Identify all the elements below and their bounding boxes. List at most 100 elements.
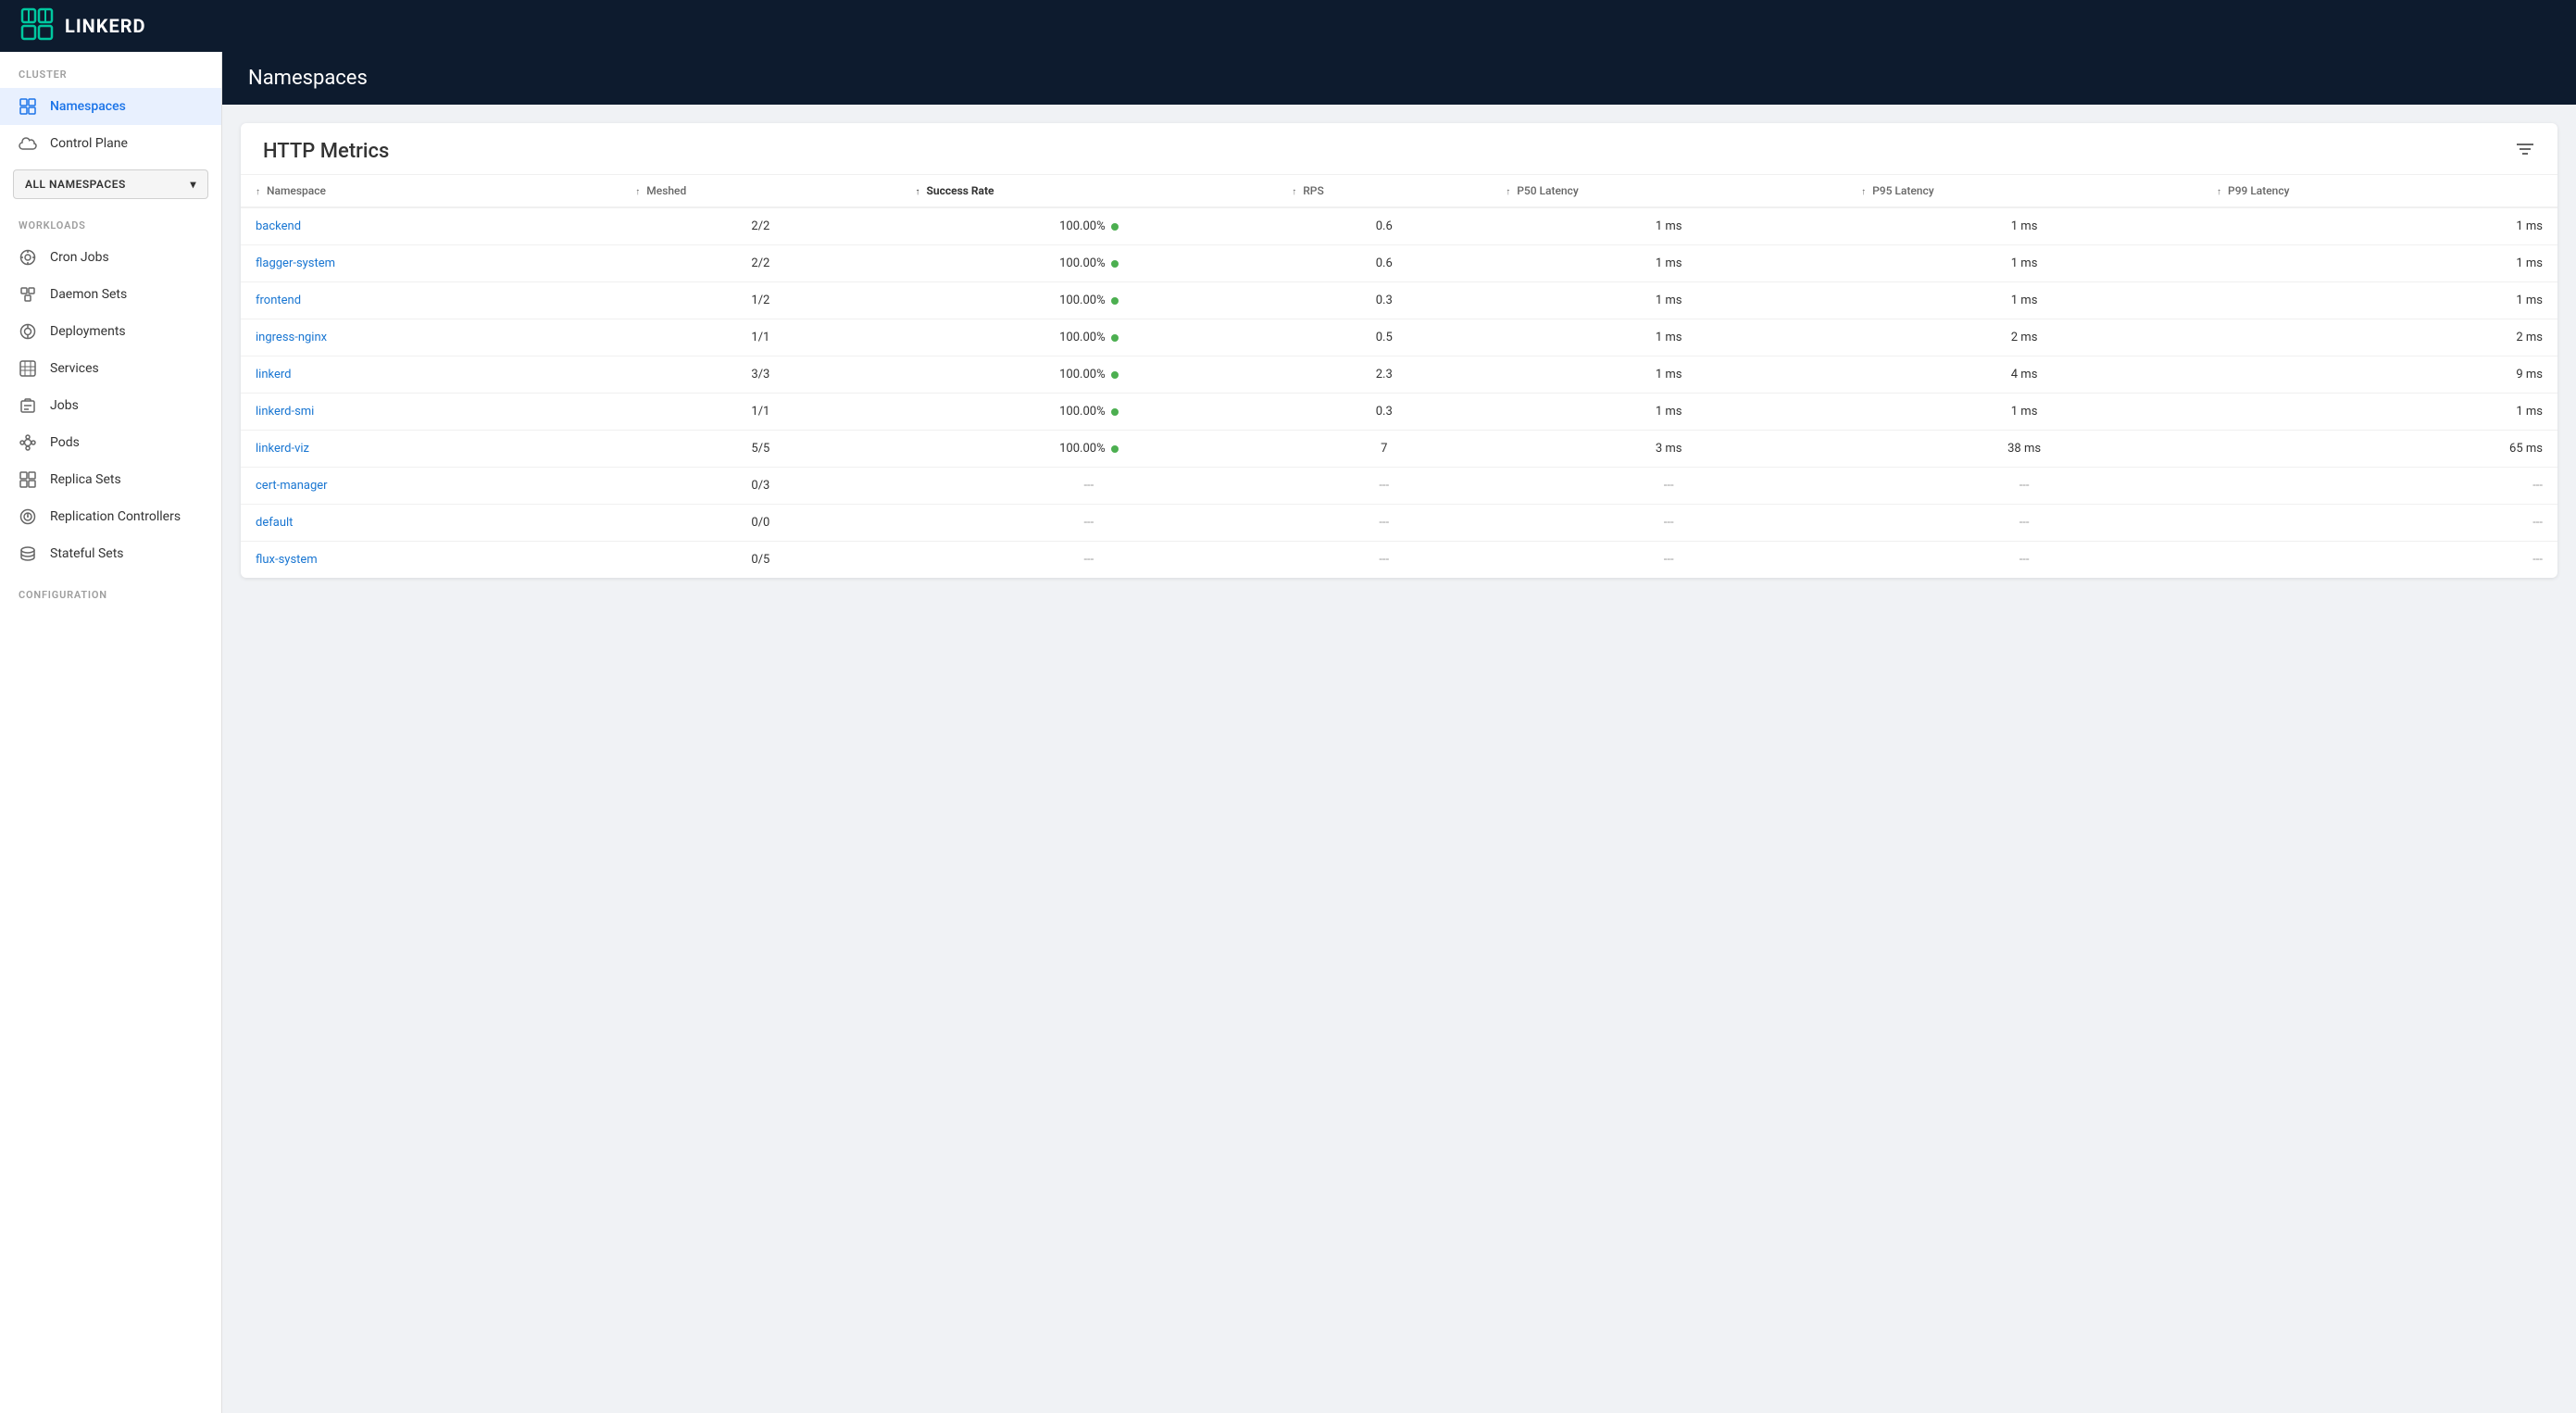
col-namespace[interactable]: ↑ Namespace bbox=[241, 175, 620, 207]
repcontrol-icon bbox=[19, 507, 37, 526]
col-rps[interactable]: ↑ RPS bbox=[1277, 175, 1491, 207]
cell-p50: 3 ms bbox=[1491, 431, 1846, 468]
cell-p50: 1 ms bbox=[1491, 245, 1846, 282]
cell-p50: --- bbox=[1491, 468, 1846, 505]
main-content: HTTP Metrics ↑ Na bbox=[222, 105, 2576, 1413]
namespace-link[interactable]: flagger-system bbox=[256, 256, 335, 270]
na-value: --- bbox=[1664, 553, 1674, 567]
success-dot bbox=[1111, 371, 1119, 379]
namespace-dropdown[interactable]: ALL NAMESPACES ▾ bbox=[13, 169, 208, 199]
table-header-row: ↑ Namespace ↑ Meshed ↑ Success Rate bbox=[241, 175, 2557, 207]
na-value: --- bbox=[2532, 479, 2543, 493]
namespace-link[interactable]: backend bbox=[256, 219, 301, 233]
sidebar-item-deployments[interactable]: Deployments bbox=[0, 313, 221, 350]
sort-arrow-namespace: ↑ bbox=[256, 187, 260, 197]
sort-arrow-p95: ↑ bbox=[1861, 187, 1866, 197]
cell-success-rate: 100.00% bbox=[900, 207, 1277, 245]
cell-p99: --- bbox=[2202, 505, 2557, 542]
cell-rps: 0.6 bbox=[1277, 207, 1491, 245]
rps-value: 0.6 bbox=[1376, 256, 1393, 270]
table-row: linkerd-smi 1/1 100.00% 0.3 1 ms 1 ms 1 … bbox=[241, 394, 2557, 431]
cron-icon bbox=[19, 248, 37, 267]
sidebar-item-control-plane[interactable]: Control Plane bbox=[0, 125, 221, 162]
sidebar-label-deployments: Deployments bbox=[50, 324, 126, 339]
namespace-link[interactable]: frontend bbox=[256, 294, 301, 307]
namespace-link[interactable]: flux-system bbox=[256, 553, 318, 567]
col-p50[interactable]: ↑ P50 Latency bbox=[1491, 175, 1846, 207]
success-rate-value: 100.00% bbox=[1059, 331, 1105, 344]
sidebar-item-namespaces[interactable]: Namespaces bbox=[0, 88, 221, 125]
cell-p95: 1 ms bbox=[1846, 245, 2202, 282]
cell-p99: --- bbox=[2202, 468, 2557, 505]
col-meshed[interactable]: ↑ Meshed bbox=[620, 175, 900, 207]
namespace-link[interactable]: linkerd bbox=[256, 368, 291, 381]
sidebar-label-control-plane: Control Plane bbox=[50, 136, 128, 151]
cell-rps: 7 bbox=[1277, 431, 1491, 468]
sidebar-item-services[interactable]: Services bbox=[0, 350, 221, 387]
namespace-link[interactable]: linkerd-smi bbox=[256, 405, 314, 419]
cell-p99: 2 ms bbox=[2202, 319, 2557, 356]
sidebar-label-pods: Pods bbox=[50, 435, 80, 450]
cell-namespace: default bbox=[241, 505, 620, 542]
cell-meshed: 2/2 bbox=[620, 207, 900, 245]
p99-value: 65 ms bbox=[2509, 442, 2543, 456]
sidebar-item-replication-controllers[interactable]: Replication Controllers bbox=[0, 498, 221, 535]
table-row: default 0/0 --- --- --- --- --- bbox=[241, 505, 2557, 542]
cell-p95: 1 ms bbox=[1846, 207, 2202, 245]
cell-meshed: 1/2 bbox=[620, 282, 900, 319]
namespace-link[interactable]: default bbox=[256, 516, 293, 530]
p50-value: 1 ms bbox=[1656, 368, 1682, 381]
namespace-link[interactable]: linkerd-viz bbox=[256, 442, 309, 456]
sidebar-item-daemon-sets[interactable]: Daemon Sets bbox=[0, 276, 221, 313]
filter-icon[interactable] bbox=[2515, 141, 2535, 162]
success-rate-value: 100.00% bbox=[1059, 405, 1105, 419]
logo-area: LINKERD bbox=[19, 6, 146, 46]
cell-namespace: linkerd-smi bbox=[241, 394, 620, 431]
p99-value: 1 ms bbox=[2516, 256, 2543, 270]
success-dot bbox=[1111, 223, 1119, 231]
sidebar-label-daemon-sets: Daemon Sets bbox=[50, 287, 127, 302]
cell-meshed: 0/3 bbox=[620, 468, 900, 505]
success-rate-value: 100.00% bbox=[1059, 219, 1105, 233]
cell-p99: 1 ms bbox=[2202, 394, 2557, 431]
cell-p99: 1 ms bbox=[2202, 282, 2557, 319]
sidebar-label-stateful-sets: Stateful Sets bbox=[50, 546, 124, 561]
sidebar-item-cron-jobs[interactable]: Cron Jobs bbox=[0, 239, 221, 276]
sidebar-item-pods[interactable]: Pods bbox=[0, 424, 221, 461]
cell-p95: 4 ms bbox=[1846, 356, 2202, 394]
sidebar-label-jobs: Jobs bbox=[50, 398, 79, 413]
p95-value: 2 ms bbox=[2011, 331, 2038, 344]
cell-p95: --- bbox=[1846, 468, 2202, 505]
table-row: linkerd-viz 5/5 100.00% 7 3 ms 38 ms 65 … bbox=[241, 431, 2557, 468]
table-row: ingress-nginx 1/1 100.00% 0.5 1 ms 2 ms … bbox=[241, 319, 2557, 356]
cell-p50: 1 ms bbox=[1491, 394, 1846, 431]
namespace-dropdown-label: ALL NAMESPACES bbox=[25, 178, 126, 191]
namespace-link[interactable]: ingress-nginx bbox=[256, 331, 327, 344]
sidebar-label-cron-jobs: Cron Jobs bbox=[50, 250, 109, 265]
sidebar-item-stateful-sets[interactable]: Stateful Sets bbox=[0, 535, 221, 572]
na-value: --- bbox=[2020, 553, 2030, 567]
sidebar-item-replica-sets[interactable]: Replica Sets bbox=[0, 461, 221, 498]
cell-p99: 9 ms bbox=[2202, 356, 2557, 394]
col-success-rate[interactable]: ↑ Success Rate bbox=[900, 175, 1277, 207]
cell-p99: 1 ms bbox=[2202, 207, 2557, 245]
col-p99[interactable]: ↑ P99 Latency bbox=[2202, 175, 2557, 207]
namespace-link[interactable]: cert-manager bbox=[256, 479, 328, 493]
p95-value: 1 ms bbox=[2011, 219, 2038, 233]
cell-p99: 65 ms bbox=[2202, 431, 2557, 468]
rps-value: 2.3 bbox=[1376, 368, 1393, 381]
success-dot bbox=[1111, 297, 1119, 305]
col-p95[interactable]: ↑ P95 Latency bbox=[1846, 175, 2202, 207]
cell-meshed: 1/1 bbox=[620, 319, 900, 356]
success-rate-value: 100.00% bbox=[1059, 256, 1105, 270]
sidebar-item-jobs[interactable]: Jobs bbox=[0, 387, 221, 424]
cell-rps: 0.3 bbox=[1277, 394, 1491, 431]
configuration-section-label: CONFIGURATION bbox=[0, 572, 221, 608]
p50-value: 1 ms bbox=[1656, 256, 1682, 270]
success-dot bbox=[1111, 445, 1119, 453]
success-dot bbox=[1111, 408, 1119, 416]
cell-p95: 38 ms bbox=[1846, 431, 2202, 468]
na-value: --- bbox=[1083, 479, 1094, 493]
metrics-header: HTTP Metrics bbox=[241, 123, 2557, 175]
sort-arrow-p99: ↑ bbox=[2217, 187, 2221, 197]
